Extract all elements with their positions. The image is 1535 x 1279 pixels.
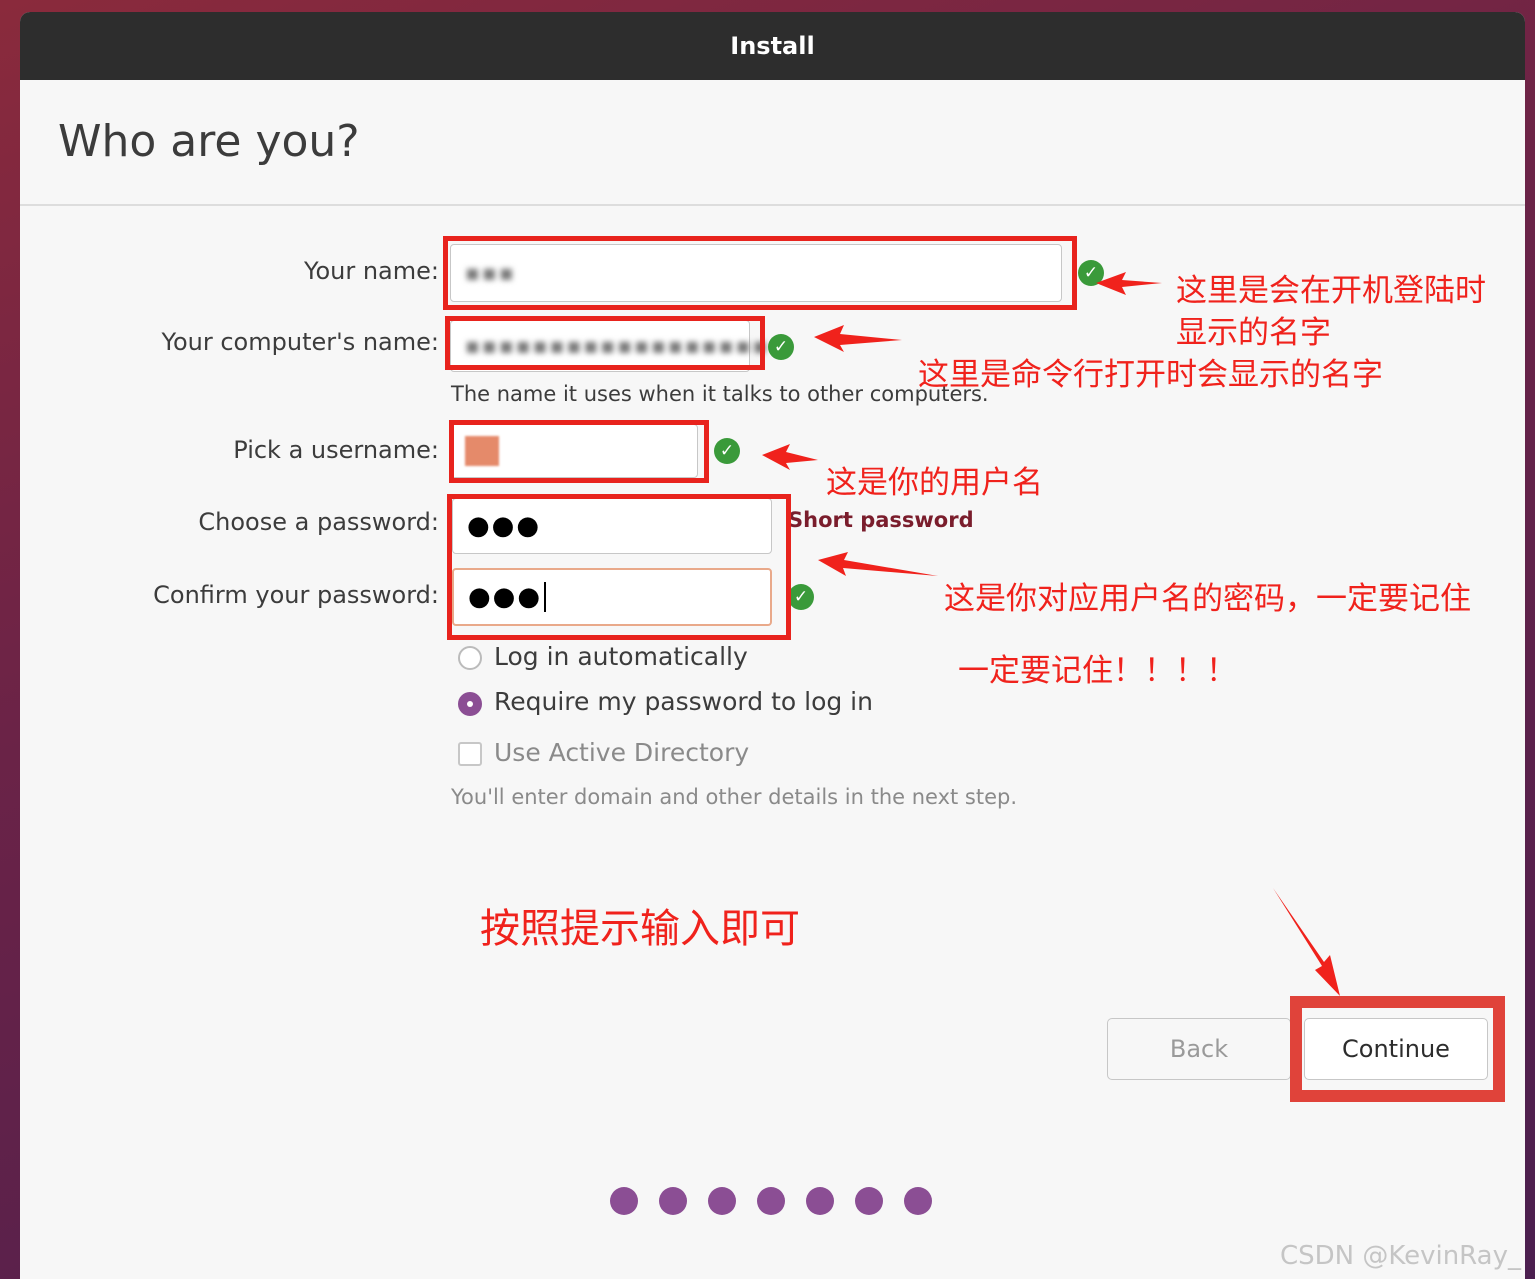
progress-dot: [659, 1187, 687, 1215]
password-label: Choose a password:: [198, 508, 439, 536]
computer-name-label: Your computer's name:: [161, 328, 440, 356]
require-password-label[interactable]: Require my password to log in: [494, 687, 873, 716]
back-button[interactable]: Back: [1107, 1018, 1291, 1080]
short-password-warning: Short password: [788, 508, 974, 532]
watermark: CSDN @KevinRay_: [1279, 1241, 1521, 1271]
header-divider: [20, 204, 1525, 206]
annotation-box-password: [447, 494, 791, 640]
annotation-computer: 这里是命令行打开时会显示的名字: [918, 357, 1383, 393]
confirm-valid-check-icon: ✓: [788, 584, 814, 610]
annotation-username: 这是你的用户名: [826, 465, 1043, 501]
username-label: Pick a username:: [233, 436, 439, 464]
name-valid-check-icon: ✓: [1078, 260, 1104, 286]
active-directory-hint: You'll enter domain and other details in…: [451, 785, 1018, 809]
annotation-box-continue: [1290, 996, 1505, 1102]
annotation-name-line2: 显示的名字: [1176, 315, 1331, 351]
window-title: Install: [730, 32, 815, 60]
annotation-name-line1: 这里是会在开机登陆时: [1176, 273, 1486, 309]
progress-dot: [757, 1187, 785, 1215]
auto-login-label[interactable]: Log in automatically: [494, 642, 748, 671]
active-directory-checkbox[interactable]: [458, 742, 482, 766]
install-progress-dots: [610, 1187, 932, 1215]
annotation-bottom: 按照提示输入即可: [480, 906, 800, 952]
annotation-box-computer: [445, 316, 765, 370]
progress-dot: [610, 1187, 638, 1215]
progress-dot: [806, 1187, 834, 1215]
active-directory-label[interactable]: Use Active Directory: [494, 738, 749, 767]
confirm-password-label: Confirm your password:: [153, 581, 439, 609]
computer-name-hint: The name it uses when it talks to other …: [451, 382, 989, 406]
window-titlebar: Install: [20, 12, 1525, 80]
require-password-radio[interactable]: [458, 692, 482, 716]
progress-dot: [904, 1187, 932, 1215]
progress-dot: [855, 1187, 883, 1215]
annotation-box-username: [449, 420, 709, 483]
annotation-password-2: 一定要记住！！！！: [958, 653, 1237, 689]
your-name-label: Your name:: [303, 257, 439, 285]
progress-dot: [708, 1187, 736, 1215]
username-valid-check-icon: ✓: [714, 438, 740, 464]
annotation-password: 这是你对应用户名的密码，一定要记住: [944, 581, 1471, 617]
auto-login-radio[interactable]: [458, 646, 482, 670]
computer-valid-check-icon: ✓: [768, 334, 794, 360]
annotation-box-name: [443, 236, 1077, 310]
page-title: Who are you?: [58, 116, 360, 167]
